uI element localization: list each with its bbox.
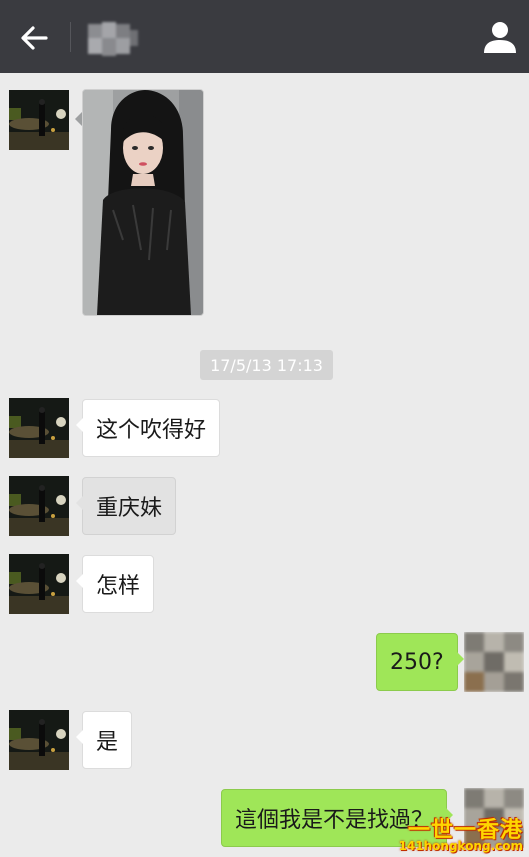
own-avatar-blurred[interactable] bbox=[464, 632, 524, 692]
outgoing-message-bubble[interactable]: 250? bbox=[376, 633, 464, 691]
incoming-message-bubble[interactable]: 这个吹得好 bbox=[75, 399, 221, 457]
message-photo[interactable] bbox=[82, 89, 204, 316]
contact-avatar[interactable] bbox=[9, 710, 69, 770]
photo-bubble-tail bbox=[75, 112, 82, 126]
chat-profile-button[interactable] bbox=[481, 18, 519, 56]
back-button[interactable] bbox=[14, 18, 54, 58]
watermark-url: 141hongkong.com bbox=[398, 839, 523, 853]
contact-avatar[interactable] bbox=[9, 398, 69, 458]
arrow-left-icon bbox=[21, 26, 48, 50]
contact-avatar[interactable] bbox=[9, 554, 69, 614]
incoming-message-bubble-selected[interactable]: 重庆妹 bbox=[75, 477, 177, 535]
site-watermark: 一世一香港 141hongkong.com bbox=[399, 810, 529, 857]
message-timestamp: 17/5/13 17:13 bbox=[200, 350, 333, 380]
chat-title-blurred bbox=[88, 18, 140, 62]
header-divider bbox=[70, 22, 71, 52]
contact-avatar[interactable] bbox=[9, 90, 69, 150]
person-icon bbox=[484, 22, 516, 53]
contact-avatar[interactable] bbox=[9, 476, 69, 536]
chat-header bbox=[0, 0, 529, 73]
incoming-message-bubble[interactable]: 是 bbox=[75, 711, 133, 769]
incoming-message-bubble[interactable]: 怎样 bbox=[75, 555, 155, 613]
